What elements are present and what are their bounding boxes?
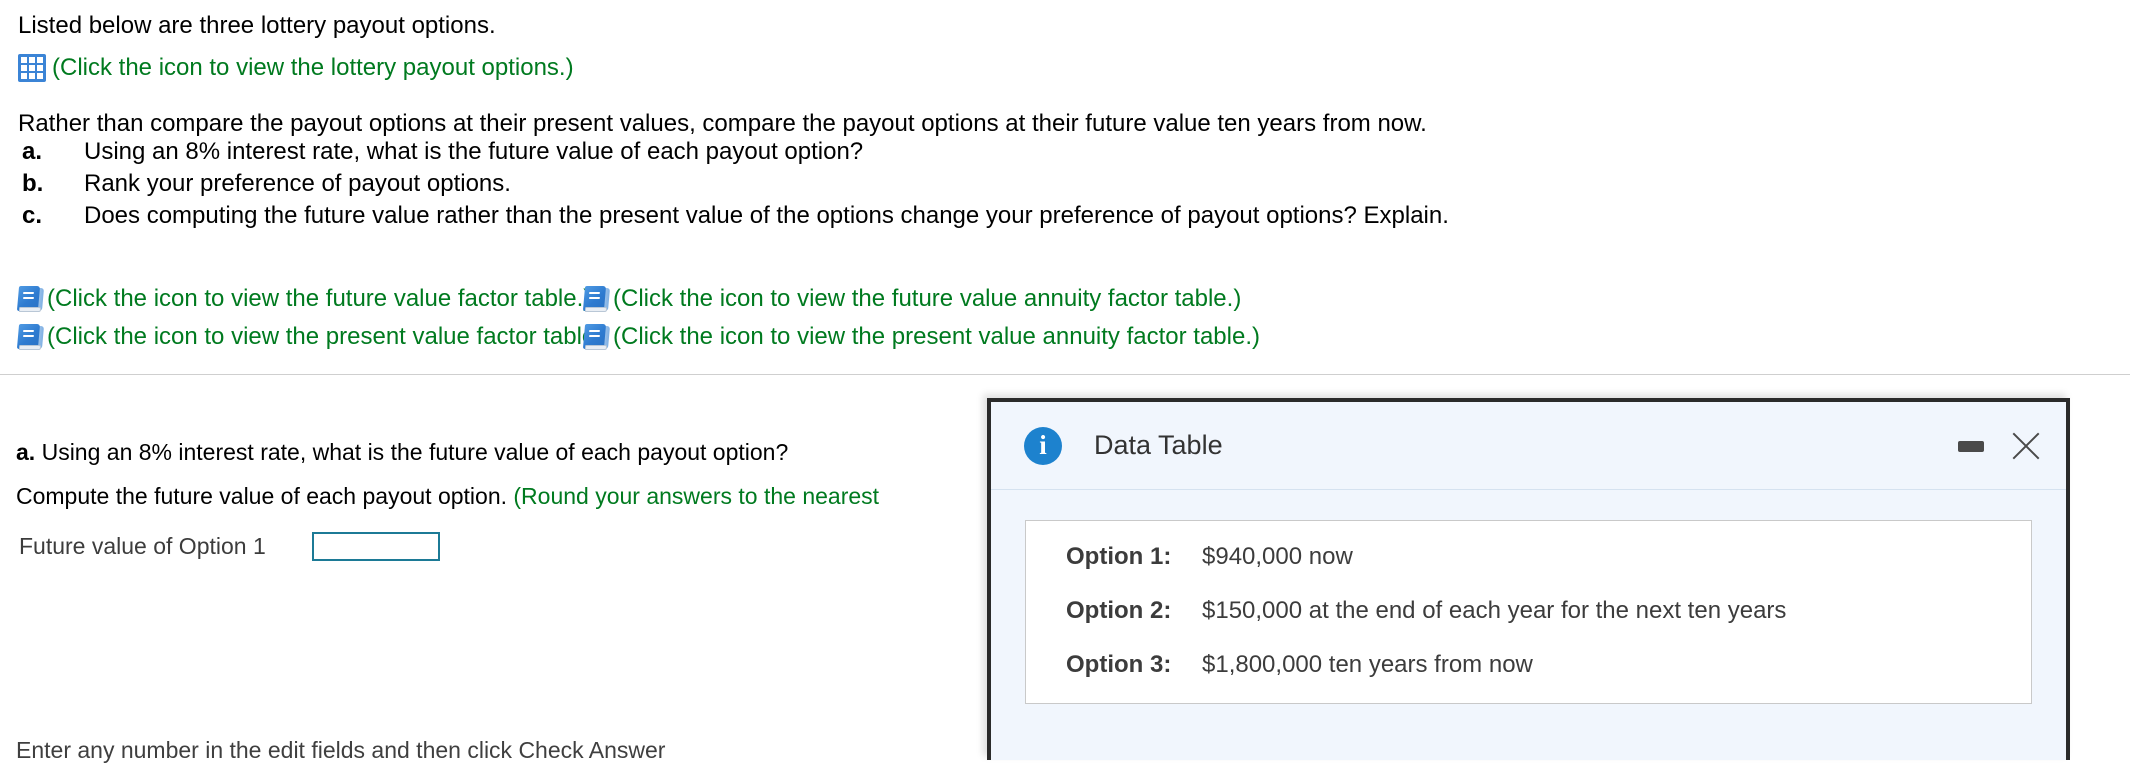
- prompt-item-c-text: Does computing the future value rather t…: [84, 202, 1449, 229]
- compute-instruction: Compute the future value of each payout …: [16, 482, 879, 510]
- prompt-intro-text: Rather than compare the payout options a…: [18, 110, 1427, 137]
- option-key: Option 2:: [1066, 597, 1172, 624]
- payout-options-table: Option 1: $940,000 now Option 2: $150,00…: [1025, 520, 2032, 704]
- option-value: $1,800,000 ten years from now: [1202, 651, 1533, 678]
- lottery-payout-link[interactable]: (Click the icon to view the lottery payo…: [18, 54, 574, 82]
- answer-part-a-question: a. Using an 8% interest rate, what is th…: [16, 438, 788, 466]
- prompt-item-a-text: Using an 8% interest rate, what is the f…: [84, 138, 864, 165]
- intro-text: Listed below are three lottery payout op…: [18, 12, 496, 39]
- grid-cell: [37, 65, 43, 71]
- grid-cell: [37, 73, 43, 79]
- present-value-annuity-factor-table-link[interactable]: (Click the icon to view the present valu…: [582, 323, 1260, 351]
- book-line: [588, 297, 601, 299]
- prompt-item-c-marker: c.: [22, 202, 43, 229]
- future-value-factor-table-link[interactable]: (Click the icon to view the future value…: [16, 285, 591, 313]
- book-icon[interactable]: [582, 285, 611, 313]
- compute-rounding-hint: (Round your answers to the nearest: [513, 483, 880, 509]
- option-value: $940,000 now: [1202, 543, 1353, 570]
- prompt-item-a-marker: a.: [22, 138, 43, 165]
- table-row: Option 3: $1,800,000 ten years from now: [1066, 651, 1991, 679]
- table-row: Option 2: $150,000 at the end of each ye…: [1066, 597, 1991, 625]
- option-key: Option 3:: [1066, 651, 1172, 678]
- minimize-icon[interactable]: [1958, 440, 1984, 452]
- book-line: [588, 330, 601, 332]
- book-line: [22, 297, 35, 299]
- prompt-item-a: a. Using an 8% interest rate, what is the…: [22, 138, 863, 166]
- present-value-annuity-factor-table-label[interactable]: (Click the icon to view the present valu…: [613, 323, 1260, 351]
- prompt-item-b-marker: b.: [22, 170, 44, 197]
- book-icon[interactable]: [582, 323, 611, 351]
- option-value: $150,000 at the end of each year for the…: [1202, 597, 1787, 624]
- future-value-option1-row: Future value of Option 1: [19, 532, 440, 561]
- dialog-title: Data Table: [1094, 430, 1223, 460]
- dialog-window-controls: [1958, 402, 2044, 490]
- answer-part-a-marker: a.: [16, 439, 36, 465]
- book-base: [18, 345, 42, 350]
- book-line: [22, 335, 35, 337]
- book-line: [588, 335, 601, 337]
- future-value-annuity-factor-table-label[interactable]: (Click the icon to view the future value…: [613, 285, 1241, 313]
- future-value-annuity-factor-table-link[interactable]: (Click the icon to view the future value…: [582, 285, 1241, 313]
- book-line: [22, 330, 35, 332]
- prompt-item-b-text: Rank your preference of payout options.: [84, 170, 511, 197]
- future-value-factor-table-label[interactable]: (Click the icon to view the future value…: [47, 285, 591, 313]
- dialog-body: Option 1: $940,000 now Option 2: $150,00…: [991, 490, 2066, 704]
- data-table-dialog: i Data Table Option 1: $940,000 now Opti…: [987, 398, 2070, 760]
- answer-part-a-text: Using an 8% interest rate, what is the f…: [41, 439, 789, 465]
- grid-cell: [29, 57, 35, 63]
- compute-instruction-text: Compute the future value of each payout …: [16, 483, 507, 509]
- book-base: [584, 345, 608, 350]
- close-icon[interactable]: [2008, 428, 2044, 464]
- grid-table-icon[interactable]: [18, 54, 46, 82]
- prompt-item-b: b. Rank your preference of payout options…: [22, 170, 511, 198]
- info-icon: i: [1024, 426, 1062, 465]
- dialog-header[interactable]: i Data Table: [991, 402, 2066, 490]
- grid-cell: [29, 65, 35, 71]
- grid-cell: [21, 57, 27, 63]
- book-base: [18, 307, 42, 312]
- book-base: [584, 307, 608, 312]
- present-value-factor-table-label[interactable]: (Click the icon to view the present valu…: [47, 323, 610, 351]
- grid-cell: [21, 73, 27, 79]
- grid-cell: [37, 57, 43, 63]
- grid-cell: [29, 73, 35, 79]
- section-divider: [0, 374, 2130, 375]
- prompt-item-c: c. Does computing the future value rather…: [22, 202, 1449, 230]
- book-line: [588, 292, 601, 294]
- present-value-factor-table-link[interactable]: (Click the icon to view the present valu…: [16, 323, 610, 351]
- book-icon[interactable]: [16, 285, 45, 313]
- lottery-payout-link-label[interactable]: (Click the icon to view the lottery payo…: [52, 54, 574, 82]
- book-line: [22, 292, 35, 294]
- future-value-option1-label: Future value of Option 1: [19, 533, 266, 559]
- table-row: Option 1: $940,000 now: [1066, 543, 1991, 571]
- grid-cell: [21, 65, 27, 71]
- future-value-option1-input[interactable]: [311, 532, 440, 561]
- book-icon[interactable]: [16, 323, 45, 351]
- option-key: Option 1:: [1066, 543, 1172, 570]
